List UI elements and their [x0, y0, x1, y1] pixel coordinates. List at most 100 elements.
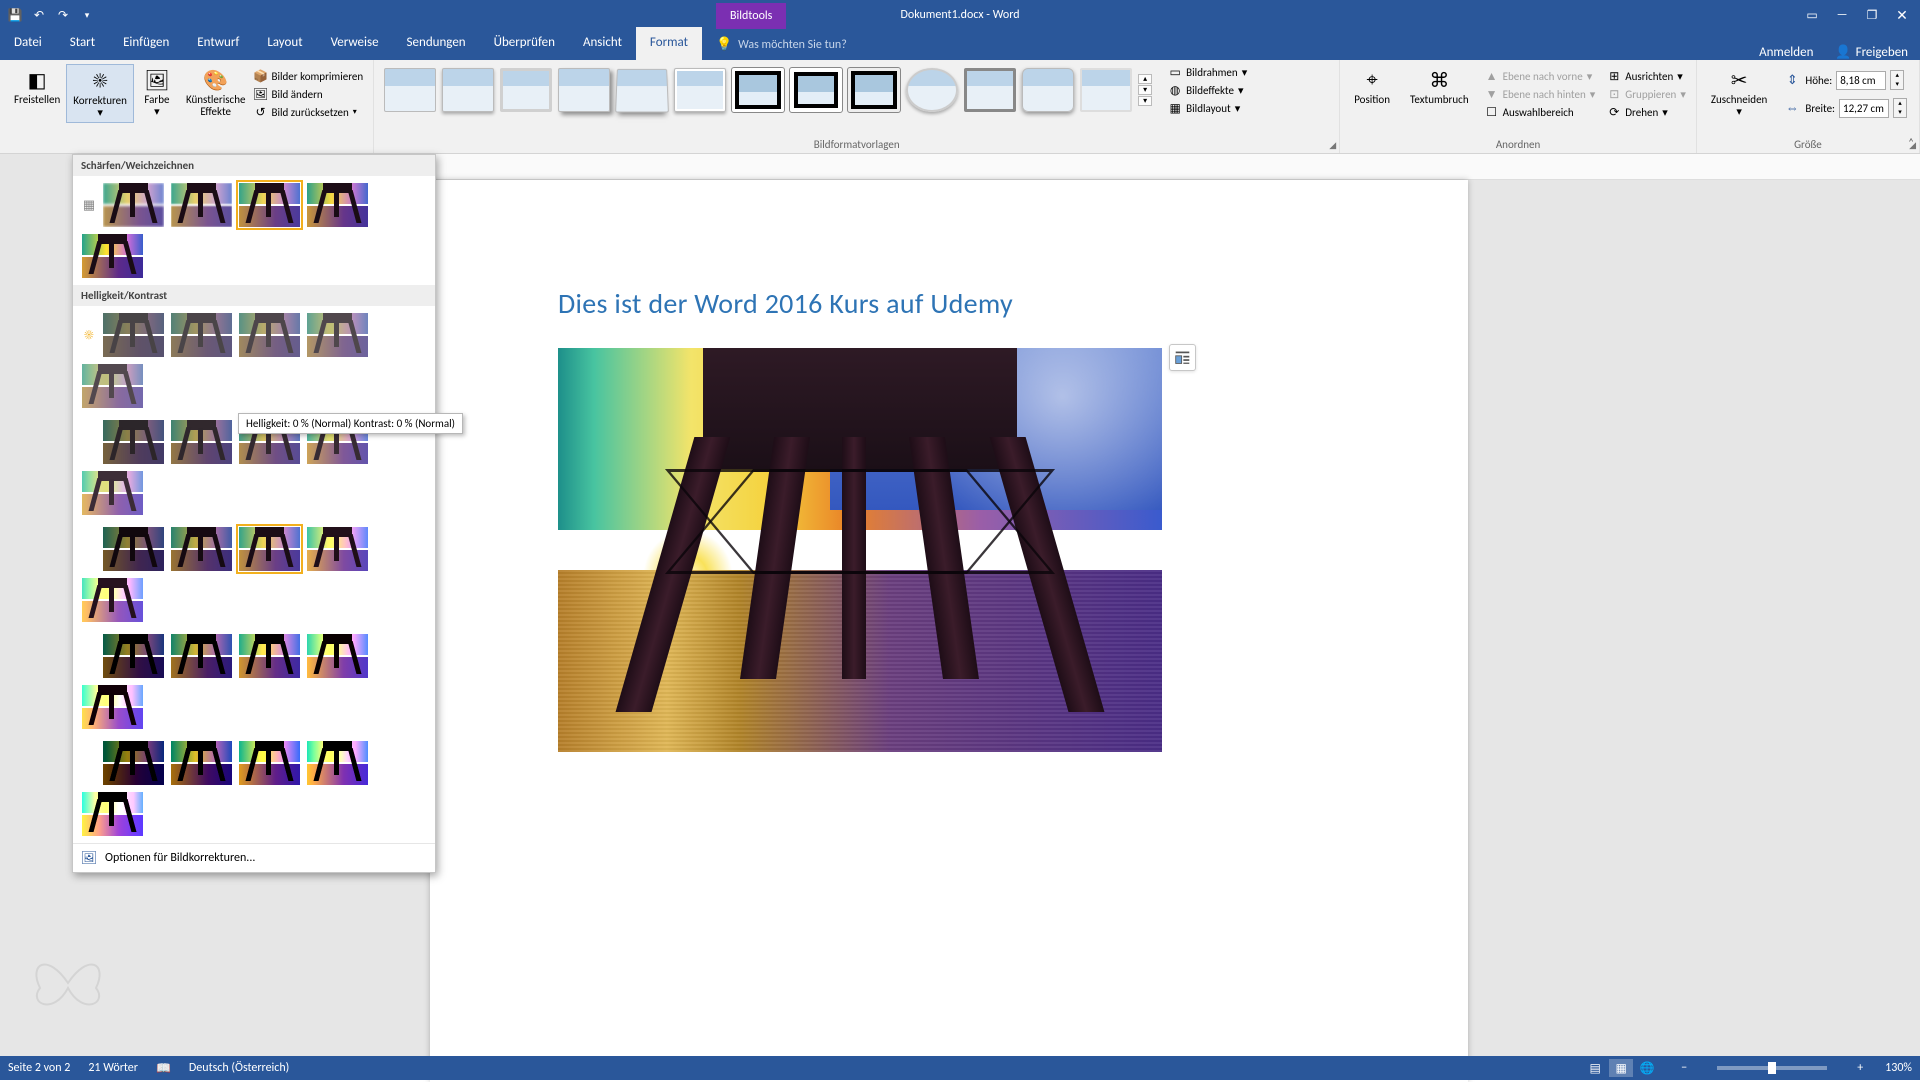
rotate-button[interactable]: ⟳Drehen ▾	[1605, 104, 1688, 120]
tab-sendungen[interactable]: Sendungen	[393, 27, 480, 60]
layout-options-button[interactable]	[1169, 344, 1196, 371]
print-layout-icon[interactable]: ▦	[1609, 1059, 1633, 1077]
brightness-contrast-preset[interactable]	[170, 633, 233, 679]
selected-image[interactable]	[558, 348, 1162, 752]
tab-layout[interactable]: Layout	[253, 27, 316, 60]
send-backward-button[interactable]: ▼Ebene nach hinten ▾	[1483, 86, 1598, 102]
brightness-contrast-preset[interactable]	[102, 419, 165, 465]
brightness-contrast-preset[interactable]	[81, 791, 144, 837]
spinner-down-icon[interactable]: ▾	[1894, 108, 1906, 117]
brightness-contrast-preset[interactable]	[102, 312, 165, 358]
style-thumb[interactable]	[790, 68, 842, 112]
share-button[interactable]: 👤Freigeben	[1835, 45, 1908, 60]
kuenstlerische-effekte-button[interactable]: 🎨 Künstlerische Effekte	[180, 64, 252, 121]
group-button[interactable]: ⊡Gruppieren ▾	[1605, 86, 1688, 102]
tab-datei[interactable]: Datei	[0, 27, 56, 60]
zoom-slider[interactable]	[1717, 1066, 1827, 1070]
style-thumb[interactable]	[732, 68, 784, 112]
align-button[interactable]: ⊞Ausrichten ▾	[1605, 68, 1688, 84]
bildrahmen-button[interactable]: ▭Bildrahmen ▾	[1166, 64, 1249, 80]
redo-icon[interactable]: ↷	[54, 6, 72, 24]
gallery-more-icon[interactable]: ▾	[1138, 96, 1152, 106]
zuschneiden-button[interactable]: ✂Zuschneiden▾	[1705, 64, 1773, 121]
sharpen-preset[interactable]	[102, 182, 165, 228]
korrekturen-button[interactable]: ☀ Korrekturen▾	[66, 64, 134, 123]
minimize-icon[interactable]: —	[1828, 3, 1856, 27]
farbe-button[interactable]: 🖼 Farbe▾	[134, 64, 180, 121]
brightness-contrast-preset[interactable]	[306, 633, 369, 679]
freistellen-button[interactable]: ◧ Freistellen	[8, 64, 66, 110]
word-count[interactable]: 21 Wörter	[88, 1061, 138, 1075]
brightness-contrast-preset[interactable]	[170, 526, 233, 572]
style-thumb[interactable]	[906, 68, 958, 112]
proofing-icon[interactable]: 📖	[156, 1061, 171, 1076]
web-layout-icon[interactable]: 🌐	[1635, 1059, 1659, 1077]
ribbon-display-icon[interactable]: ▭	[1798, 3, 1826, 27]
tab-ueberpruefen[interactable]: Überprüfen	[480, 27, 569, 60]
brightness-contrast-preset[interactable]	[238, 312, 301, 358]
undo-icon[interactable]: ↶	[30, 6, 48, 24]
picture-styles-gallery[interactable]: ▴ ▾ ▾	[382, 64, 1154, 116]
gallery-down-icon[interactable]: ▾	[1138, 85, 1152, 95]
collapse-ribbon-icon[interactable]: ˄	[1908, 136, 1914, 149]
tab-start[interactable]: Start	[56, 27, 109, 60]
textumbruch-button[interactable]: ⌘Textumbruch	[1404, 64, 1475, 110]
zoom-in-button[interactable]: +	[1853, 1061, 1867, 1075]
gallery-up-icon[interactable]: ▴	[1138, 74, 1152, 84]
style-thumb[interactable]	[964, 68, 1016, 112]
brightness-contrast-preset[interactable]	[306, 312, 369, 358]
style-thumb[interactable]	[1022, 68, 1074, 112]
bildeffekte-button[interactable]: ◍Bildeffekte ▾	[1166, 82, 1249, 98]
zoom-out-button[interactable]: −	[1677, 1061, 1691, 1075]
brightness-contrast-preset[interactable]	[306, 740, 369, 786]
reset-picture-button[interactable]: ↺Bild zurücksetzen ▾	[251, 104, 365, 120]
position-button[interactable]: ⌖Position	[1348, 64, 1396, 110]
sharpen-preset[interactable]	[81, 233, 144, 279]
bring-forward-button[interactable]: ▲Ebene nach vorne ▾	[1483, 68, 1598, 84]
style-thumb[interactable]	[500, 68, 552, 112]
brightness-contrast-preset[interactable]	[81, 363, 144, 409]
qat-customize-icon[interactable]: ▾	[78, 6, 96, 24]
brightness-contrast-preset[interactable]	[102, 740, 165, 786]
save-icon[interactable]: 💾	[6, 6, 24, 24]
tab-ansicht[interactable]: Ansicht	[569, 27, 636, 60]
style-thumb[interactable]	[1080, 68, 1132, 112]
spinner-down-icon[interactable]: ▾	[1891, 80, 1903, 89]
brightness-contrast-preset[interactable]	[170, 312, 233, 358]
read-mode-icon[interactable]: ▤	[1583, 1059, 1607, 1077]
compress-pictures-button[interactable]: 📦Bilder komprimieren	[251, 68, 365, 84]
picture-corrections-options[interactable]: 🖼 Optionen für Bildkorrekturen...	[73, 843, 435, 872]
ruler[interactable]	[430, 154, 1920, 180]
brightness-contrast-preset[interactable]	[238, 633, 301, 679]
style-thumb[interactable]	[384, 68, 436, 112]
style-thumb[interactable]	[674, 68, 726, 112]
style-thumb[interactable]	[442, 68, 494, 112]
height-input[interactable]	[1836, 71, 1886, 90]
tab-verweise[interactable]: Verweise	[317, 27, 393, 60]
selection-pane-button[interactable]: ☐Auswahlbereich	[1483, 104, 1598, 120]
brightness-contrast-preset[interactable]	[238, 526, 301, 572]
sharpen-preset[interactable]	[306, 182, 369, 228]
tab-format[interactable]: Format	[636, 27, 702, 60]
brightness-contrast-preset[interactable]	[170, 419, 233, 465]
language-status[interactable]: Deutsch (Österreich)	[189, 1061, 289, 1075]
close-icon[interactable]: ✕	[1888, 3, 1916, 27]
maximize-icon[interactable]: ❐	[1858, 3, 1886, 27]
tab-einfuegen[interactable]: Einfügen	[109, 27, 183, 60]
tell-me-search[interactable]: 💡 Was möchten Sie tun?	[702, 29, 861, 60]
page[interactable]: Dies ist der Word 2016 Kurs auf Udemy	[430, 180, 1468, 1082]
style-thumb[interactable]	[848, 68, 900, 112]
brightness-contrast-preset[interactable]	[170, 740, 233, 786]
brightness-contrast-preset[interactable]	[102, 633, 165, 679]
page-status[interactable]: Seite 2 von 2	[8, 1061, 70, 1075]
change-picture-button[interactable]: 🖼Bild ändern	[251, 86, 365, 102]
width-input[interactable]	[1839, 99, 1889, 118]
tab-entwurf[interactable]: Entwurf	[183, 27, 253, 60]
sharpen-preset[interactable]	[170, 182, 233, 228]
style-thumb[interactable]	[558, 68, 610, 112]
dialog-launcher-icon[interactable]: ◢	[1329, 140, 1336, 151]
brightness-contrast-preset[interactable]	[81, 684, 144, 730]
brightness-contrast-preset[interactable]	[102, 526, 165, 572]
brightness-contrast-preset[interactable]	[306, 526, 369, 572]
brightness-contrast-preset[interactable]	[81, 577, 144, 623]
